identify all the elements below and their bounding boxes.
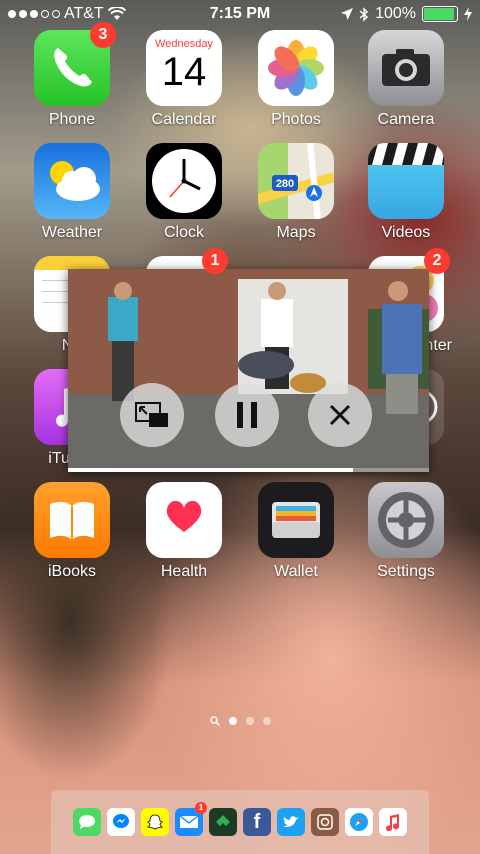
calendar-day: 14 bbox=[161, 50, 207, 94]
app-label: iBooks bbox=[47, 563, 97, 580]
app-camera[interactable]: Camera bbox=[356, 30, 456, 129]
music-app-icon[interactable] bbox=[379, 808, 407, 836]
calendar-weekday: Wednesday bbox=[155, 38, 213, 50]
calendar-icon: Wednesday 14 bbox=[146, 30, 222, 106]
game-center-badge: 2 bbox=[424, 248, 450, 274]
app-label: Clock bbox=[163, 224, 204, 241]
pause-button[interactable] bbox=[215, 383, 279, 447]
status-bar: AT&T 7:15 PM 100% bbox=[0, 0, 480, 28]
app-maps[interactable]: 280 Maps bbox=[246, 143, 346, 242]
page-dot[interactable] bbox=[228, 717, 237, 725]
phone-badge: 3 bbox=[90, 22, 116, 48]
wallet-icon bbox=[258, 482, 334, 558]
twitter-app-icon[interactable] bbox=[277, 808, 305, 836]
photos-icon bbox=[258, 30, 334, 106]
app-label: Settings bbox=[377, 563, 435, 580]
spotlight-search-icon[interactable] bbox=[209, 716, 220, 726]
mail-app-icon[interactable]: 1 bbox=[175, 802, 207, 836]
pip-restore-button[interactable] bbox=[120, 383, 184, 447]
close-icon bbox=[329, 404, 351, 426]
dock: 1 f bbox=[51, 790, 429, 854]
snapchat-app-icon[interactable] bbox=[141, 808, 169, 836]
bluetooth-icon bbox=[359, 6, 369, 22]
pip-restore-icon bbox=[135, 402, 168, 427]
app-weather[interactable]: Weather bbox=[22, 143, 122, 242]
messenger-app-icon[interactable] bbox=[107, 808, 135, 836]
status-right: 100% bbox=[341, 5, 472, 23]
facebook-app-icon[interactable]: f bbox=[243, 808, 271, 836]
app-health[interactable]: Health bbox=[134, 482, 234, 581]
app-label: Videos bbox=[381, 224, 431, 241]
weather-icon bbox=[34, 143, 110, 219]
page-dot[interactable] bbox=[262, 717, 271, 725]
app-phone[interactable]: 3 Phone bbox=[22, 22, 122, 129]
app-label: Camera bbox=[377, 111, 435, 128]
map-road-sign: 280 bbox=[276, 178, 294, 190]
app-photos[interactable]: Photos bbox=[246, 30, 346, 129]
app-label: Health bbox=[160, 563, 208, 580]
clock-icon bbox=[146, 143, 222, 219]
app-calendar[interactable]: Wednesday 14 Calendar bbox=[134, 30, 234, 129]
app-wallet[interactable]: Wallet bbox=[246, 482, 346, 581]
app-label: Photos bbox=[271, 111, 321, 128]
safari-app-icon[interactable] bbox=[345, 808, 373, 836]
videos-icon bbox=[368, 143, 444, 219]
app-ibooks[interactable]: iBooks bbox=[22, 482, 122, 581]
close-button[interactable] bbox=[308, 383, 372, 447]
app-label: Phone bbox=[48, 111, 96, 128]
reminders-badge: 1 bbox=[202, 248, 228, 274]
location-arrow-icon bbox=[341, 8, 354, 20]
messages-app-icon[interactable] bbox=[73, 808, 101, 836]
mail-badge: 1 bbox=[195, 802, 207, 814]
settings-icon bbox=[368, 482, 444, 558]
page-indicator[interactable] bbox=[0, 716, 480, 726]
app-settings[interactable]: Settings bbox=[356, 482, 456, 581]
ibooks-icon bbox=[34, 482, 110, 558]
pause-icon bbox=[237, 402, 257, 428]
camera-icon bbox=[368, 30, 444, 106]
app-label: Calendar bbox=[151, 111, 217, 128]
instagram-app-icon[interactable] bbox=[311, 808, 339, 836]
app-label: Wallet bbox=[274, 563, 318, 580]
maps-icon: 280 bbox=[258, 143, 334, 219]
app-clock[interactable]: Clock bbox=[134, 143, 234, 242]
picture-in-picture-window[interactable] bbox=[68, 269, 429, 472]
battery-icon bbox=[422, 6, 458, 22]
page-dot[interactable] bbox=[245, 717, 254, 725]
app-label: Maps bbox=[276, 224, 316, 241]
video-progress-bar[interactable] bbox=[68, 468, 429, 472]
app-videos[interactable]: Videos bbox=[356, 143, 456, 242]
app-label: Weather bbox=[41, 224, 103, 241]
health-icon bbox=[146, 482, 222, 558]
charging-bolt-icon bbox=[464, 7, 472, 21]
feedly-app-icon[interactable] bbox=[209, 808, 237, 836]
battery-percent: 100% bbox=[375, 5, 416, 22]
